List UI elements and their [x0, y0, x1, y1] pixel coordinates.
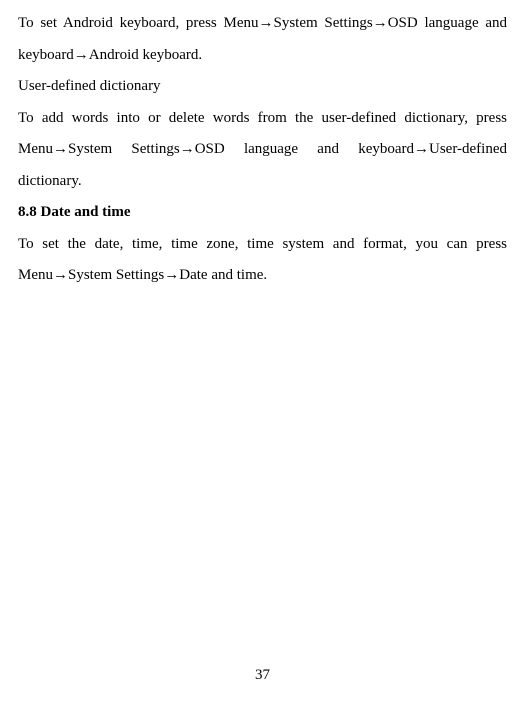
page-number: 37	[0, 660, 525, 692]
paragraph-android-keyboard: To set Android keyboard, press Menu→Syst…	[18, 8, 507, 71]
paragraph-user-dict-instr: To add words into or delete words from t…	[18, 103, 507, 198]
heading-date-time: 8.8 Date and time	[18, 197, 507, 229]
paragraph-date-time-instr: To set the date, time, time zone, time s…	[18, 229, 507, 292]
paragraph-user-dict-label: User-defined dictionary	[18, 71, 507, 103]
